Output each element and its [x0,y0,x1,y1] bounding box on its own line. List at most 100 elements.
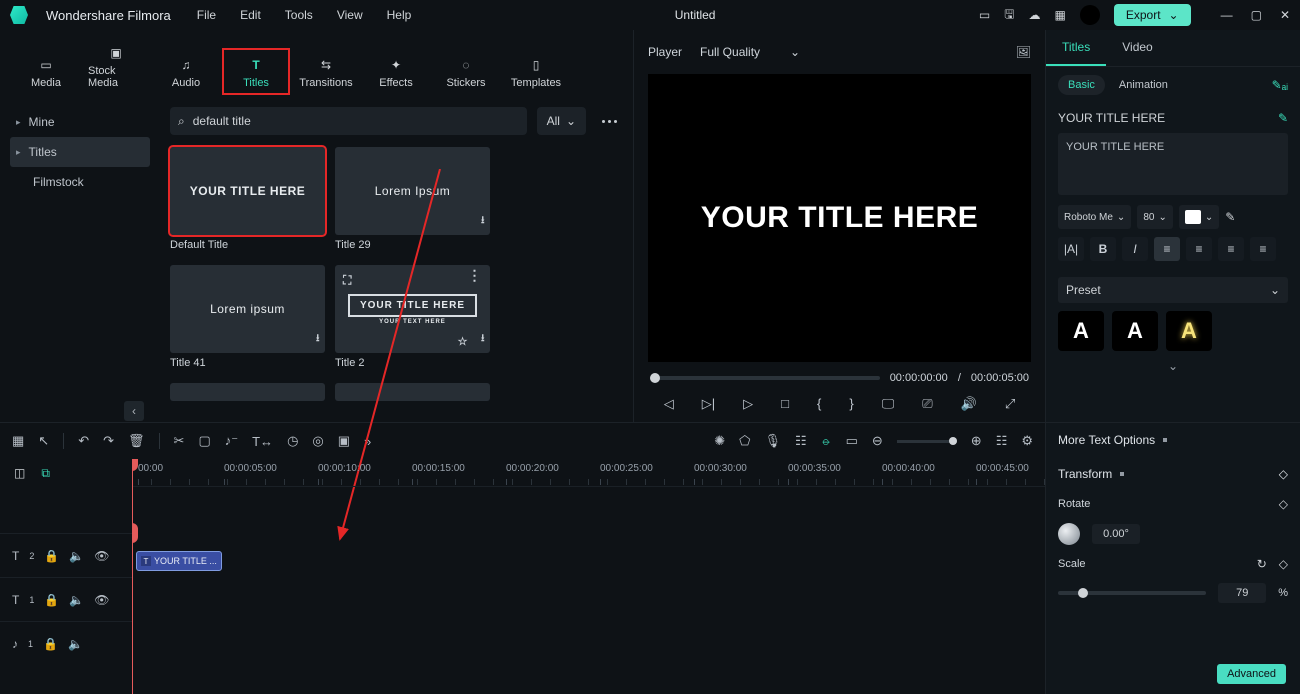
collapse-sidebar-button[interactable]: ‹ [124,401,144,421]
tool-magnet[interactable]: ▦ [12,433,24,449]
title-card-41[interactable]: Lorem ipsum⭳ Title 41 [170,265,325,369]
align-right-button[interactable]: ≡ [1218,237,1244,261]
thumb-title-29[interactable]: Lorem Ipsum⭳ [335,147,490,235]
playhead[interactable] [132,459,133,694]
preset-dropdown[interactable]: Preset⌄ [1058,277,1288,303]
more-tools[interactable]: » [364,434,371,449]
advanced-button[interactable]: Advanced [1217,664,1286,684]
more-icon[interactable]: ⋮ [468,273,483,277]
scale-value[interactable]: 79 [1218,583,1266,603]
tab-effects[interactable]: ✦Effects [364,50,428,93]
tab-media[interactable]: ▭Media [14,50,78,93]
split-tool[interactable]: ⦵ [821,433,832,449]
camera-icon[interactable]: ⎚ [922,396,932,412]
ai-tool[interactable]: ✺ [714,433,725,449]
sub-animation[interactable]: Animation [1119,79,1168,91]
speed-button[interactable]: ◷ [287,433,298,449]
align-center-button[interactable]: ≡ [1186,237,1212,261]
maximize-button[interactable]: ▢ [1251,8,1262,22]
zoom-slider[interactable] [897,440,957,443]
thumb-title-2[interactable]: ⛶ ⋮ YOUR TITLE HERE YOUR TEXT HERE ☆ ⭳ [335,265,490,353]
time-ruler[interactable]: 00:00 00:00:05:00 00:00:10:00 00:00:15:0… [132,459,1045,487]
menu-edit[interactable]: Edit [240,8,261,22]
snapshot-icon[interactable]: 🖼 [1016,45,1031,59]
expand-presets[interactable]: ⌄ [1046,359,1300,377]
rotate-knob[interactable] [1058,523,1080,545]
rotate-value[interactable]: 0.00° [1092,524,1140,544]
scale-slider[interactable] [1058,591,1206,595]
cloud-icon[interactable]: ☁ [1029,8,1041,22]
keyframe-icon[interactable]: ◇ [1279,497,1288,511]
keyframe-icon[interactable]: ◇ [1279,557,1288,571]
zoom-in[interactable]: ⊕ [971,433,982,449]
menu-help[interactable]: Help [387,8,412,22]
link-icon[interactable]: ⧉ [41,466,50,481]
tab-stickers[interactable]: ◌Stickers [434,50,498,93]
search-field[interactable] [193,114,519,128]
timeline-area[interactable]: 00:00 00:00:05:00 00:00:10:00 00:00:15:0… [132,459,1045,694]
menu-tools[interactable]: Tools [285,8,313,22]
more-text-header[interactable]: More Text Options [1046,423,1300,457]
track-head-t1[interactable]: T1 🔒 🔈 👁 [0,577,132,621]
inspector-tab-titles[interactable]: Titles [1046,30,1106,66]
step-back-button[interactable]: ▷| [702,396,715,412]
download-icon[interactable]: ⭳ [316,331,320,348]
font-size-select[interactable]: 80⌄ [1137,205,1173,229]
filter-select[interactable]: All⌄ [537,107,586,135]
mixer-tool[interactable]: ☷ [795,433,807,449]
font-color-select[interactable]: ⌄ [1179,205,1219,229]
scrub-bar[interactable] [650,376,880,380]
tab-stock-media[interactable]: ▣Stock Media [84,38,148,93]
title-card-default[interactable]: YOUR TITLE HERE Default Title [170,147,325,251]
mute-icon[interactable]: 🔈 [69,549,84,563]
align-justify-button[interactable]: ≡ [1250,237,1276,261]
sidebar-item-mine[interactable]: ▸Mine [10,107,150,137]
mask-button[interactable]: ▣ [338,433,350,449]
cut-button[interactable]: ✂ [174,433,185,449]
render-tool[interactable]: ▭ [846,433,858,449]
tab-templates[interactable]: ▯Templates [504,50,568,93]
audio-edit[interactable]: ♪⁻ [225,433,238,449]
stop-button[interactable]: □ [781,396,789,412]
account-avatar[interactable] [1080,5,1100,25]
preset-a1[interactable]: A [1058,311,1104,351]
volume-icon[interactable]: 🔊 [961,396,977,412]
download-icon[interactable]: ⭳ [481,213,485,230]
redo-button[interactable]: ↷ [103,433,114,449]
view-mode[interactable]: ☷ [996,433,1008,449]
sub-basic[interactable]: Basic [1058,75,1105,95]
search-input[interactable]: ⌕ [170,107,527,135]
thumb-title-41[interactable]: Lorem ipsum⭳ [170,265,325,353]
close-button[interactable]: ✕ [1280,8,1290,22]
mute-icon[interactable]: 🔈 [69,593,84,607]
menu-file[interactable]: File [197,8,216,22]
timeline-settings[interactable]: ⚙ [1021,433,1033,449]
bold-button[interactable]: B [1090,237,1116,261]
delete-button[interactable]: 🗑 [128,433,145,449]
star-icon[interactable]: ☆ [458,335,468,348]
apps-icon[interactable]: ▦ [1055,8,1066,22]
track-head-t2[interactable]: T2 🔒 🔈 👁 [0,533,132,577]
italic-button[interactable]: I [1122,237,1148,261]
crop-button[interactable]: ▢ [198,433,210,449]
download-icon[interactable]: ⭳ [481,331,485,348]
spacing-button[interactable]: |A| [1058,237,1084,261]
lock-icon[interactable]: 🔒 [43,637,58,651]
more-options-button[interactable] [596,120,623,123]
marker-tool[interactable]: ⬠ [739,433,750,449]
eye-icon[interactable]: 👁 [94,593,109,607]
quality-select[interactable]: Full Quality⌄ [700,45,800,59]
lock-icon[interactable]: 🔒 [44,549,59,563]
lock-all-icon[interactable]: ◫ [14,466,25,480]
sidebar-item-filmstock[interactable]: Filmstock [10,167,150,197]
title-card-29[interactable]: Lorem Ipsum⭳ Title 29 [335,147,490,251]
font-select[interactable]: Roboto Me⌄ [1058,205,1131,229]
tool-pointer[interactable]: ↖ [38,433,49,449]
keyframe-icon[interactable]: ◇ [1279,467,1288,481]
zoom-out[interactable]: ⊖ [872,433,883,449]
edit-icon[interactable]: ✎ [1278,111,1288,125]
tab-titles[interactable]: TTitles [224,50,288,93]
color-button[interactable]: ◎ [312,433,323,449]
ai-edit-icon[interactable]: ✎ₐᵢ [1272,78,1288,92]
title-card-2[interactable]: ⛶ ⋮ YOUR TITLE HERE YOUR TEXT HERE ☆ ⭳ T… [335,265,490,369]
